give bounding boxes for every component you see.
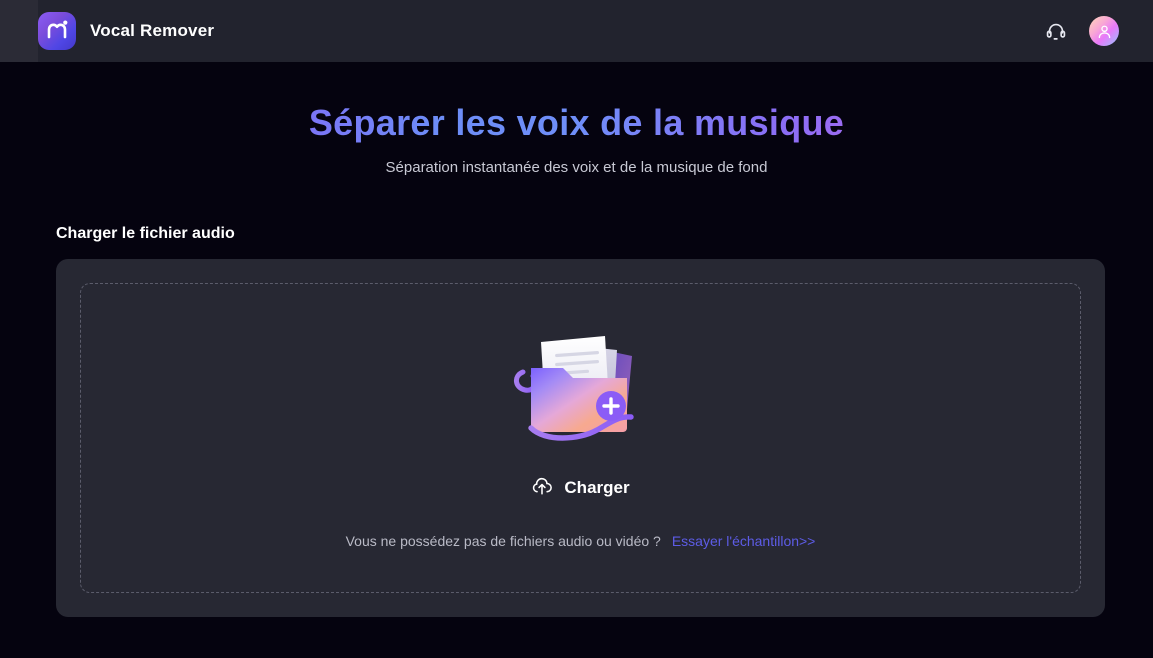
headset-icon[interactable]	[1041, 16, 1071, 46]
upload-button[interactable]: Charger	[531, 475, 630, 502]
sample-hint-text: Vous ne possédez pas de fichiers audio o…	[345, 532, 661, 549]
try-sample-link[interactable]: Essayer l'échantillon>>	[672, 533, 816, 549]
brand[interactable]: Vocal Remover	[38, 12, 214, 50]
upload-button-label: Charger	[564, 478, 630, 497]
cloud-upload-icon	[531, 475, 553, 502]
page-title: Séparer les voix de la musique	[0, 100, 1153, 145]
sample-hint-row: Vous ne possédez pas de fichiers audio o…	[346, 533, 816, 549]
folder-add-files-illustration	[501, 324, 661, 447]
main-content: Séparer les voix de la musique Séparatio…	[0, 62, 1153, 658]
user-avatar-icon[interactable]	[1089, 16, 1119, 46]
page-subtitle: Séparation instantanée des voix et de la…	[385, 159, 768, 176]
header-actions	[1041, 16, 1153, 46]
upload-card: Charger Vous ne possédez pas de fichiers…	[56, 259, 1105, 617]
file-dropzone[interactable]: Charger Vous ne possédez pas de fichiers…	[80, 283, 1081, 593]
upload-section-title: Charger le fichier audio	[56, 225, 235, 242]
app-header: Vocal Remover	[0, 0, 1153, 62]
mi-logo-icon	[38, 12, 76, 50]
brand-name: Vocal Remover	[90, 21, 215, 40]
header-left-strip	[0, 0, 38, 62]
